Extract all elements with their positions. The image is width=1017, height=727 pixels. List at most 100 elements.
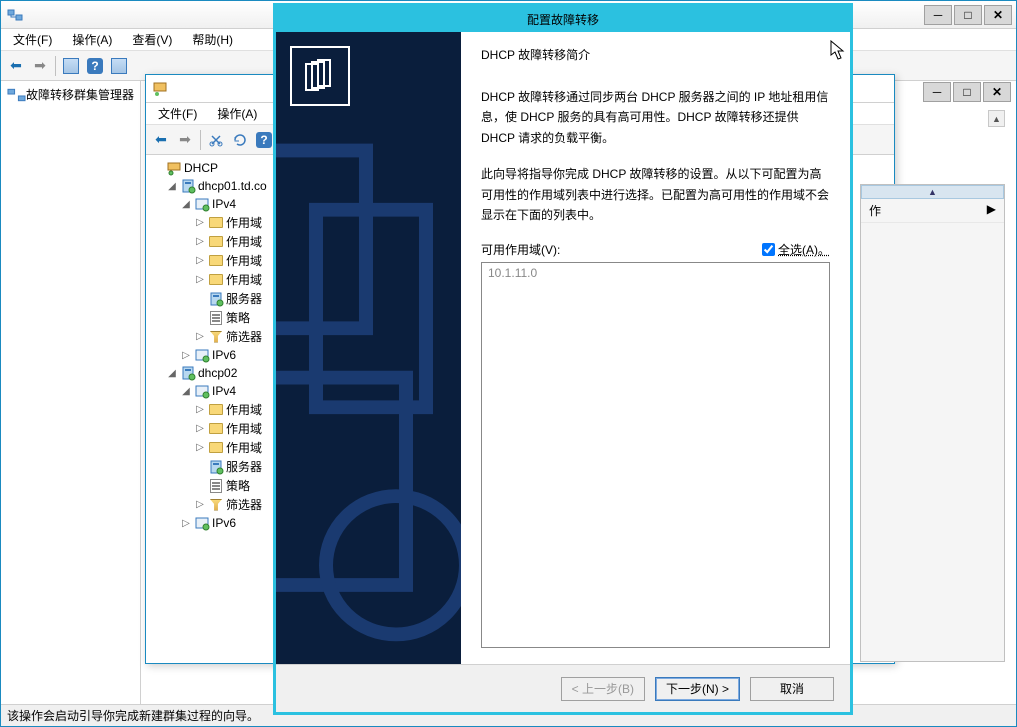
tree-toggle[interactable]: ▷ — [194, 423, 206, 434]
tree-label: 作用域 — [226, 401, 262, 418]
tree-toggle[interactable]: ▷ — [194, 442, 206, 453]
menu-file[interactable]: 文件(F) — [5, 29, 60, 50]
select-all-checkbox-label[interactable]: 全选(A)。 — [762, 241, 830, 258]
tree-toggle[interactable]: ▷ — [194, 236, 206, 247]
tree-label: 筛选器 — [226, 496, 262, 513]
tree-label: IPv6 — [212, 348, 236, 362]
mmc-close-button[interactable]: ✕ — [983, 82, 1011, 102]
menu-view[interactable]: 查看(V) — [124, 29, 180, 50]
show-hide-tree-button[interactable] — [60, 55, 82, 77]
cancel-button[interactable]: 取消 — [750, 677, 834, 701]
tree-label: 作用域 — [226, 252, 262, 269]
actions-group-label: 作 ▶ — [861, 199, 1004, 223]
dhcp-forward-button[interactable] — [174, 129, 196, 151]
tree-label: 筛选器 — [226, 328, 262, 345]
menu-help[interactable]: 帮助(H) — [184, 29, 241, 50]
menu-action[interactable]: 操作(A) — [64, 29, 120, 50]
dhcp-help-toolbar-button[interactable]: ? — [253, 129, 275, 151]
next-button[interactable]: 下一步(N) > — [655, 677, 740, 701]
wizard-content: DHCP 故障转移简介 DHCP 故障转移通过同步两台 DHCP 服务器之间的 … — [461, 32, 850, 664]
close-button[interactable]: ✕ — [984, 5, 1012, 25]
available-scopes-list[interactable]: 10.1.11.0 — [481, 262, 830, 648]
tree-toggle[interactable]: ▷ — [194, 331, 206, 342]
tree-label: 策略 — [226, 309, 250, 326]
tree-label: 策略 — [226, 477, 250, 494]
mmc-minimize-button[interactable]: ─ — [923, 82, 951, 102]
policy-icon — [208, 310, 224, 326]
action-arrow-icon: ▶ — [987, 202, 996, 216]
back-button[interactable] — [5, 55, 27, 77]
tree-toggle[interactable]: ◢ — [180, 199, 192, 210]
select-all-text: 全选(A)。 — [778, 241, 830, 258]
wizard-paragraph-2: 此向导将指导你完成 DHCP 故障转移的设置。从以下可配置为高可用性的作用域列表… — [481, 164, 830, 225]
tree-toggle[interactable]: ▷ — [194, 274, 206, 285]
server-icon — [208, 291, 224, 307]
tree-toggle[interactable]: ▷ — [194, 217, 206, 228]
toolbar-separator — [55, 56, 56, 76]
tree-toggle[interactable]: ▷ — [194, 499, 206, 510]
tree-label: 服务器 — [226, 458, 262, 475]
tree-label: 作用域 — [226, 233, 262, 250]
wizard-title-text: 配置故障转移 — [527, 11, 599, 28]
dhcp-toolbar-separator — [200, 130, 201, 150]
folder-icon — [208, 421, 224, 437]
available-scopes-label: 可用作用域(V): — [481, 241, 560, 258]
actions-collapse[interactable]: ▲ — [861, 185, 1004, 199]
maximize-button[interactable]: □ — [954, 5, 982, 25]
mmc-window-buttons: ─ □ ✕ — [923, 82, 1011, 102]
scope-pane: 故障转移群集管理器 — [1, 81, 141, 704]
tree-label: 作用域 — [226, 214, 262, 231]
tree-toggle[interactable]: ▷ — [180, 518, 192, 529]
wizard-heading: DHCP 故障转移简介 — [481, 46, 830, 63]
show-hide-action-button[interactable] — [108, 55, 130, 77]
dhcp-menu-file[interactable]: 文件(F) — [150, 103, 205, 124]
dhcp-app-icon — [152, 81, 168, 97]
ipv-icon — [194, 383, 210, 399]
tree-toggle[interactable]: ▷ — [194, 255, 206, 266]
wizard-button-bar: < 上一步(B) 下一步(N) > 取消 — [276, 664, 850, 712]
tree-label: DHCP — [184, 161, 218, 175]
wizard-titlebar[interactable]: 配置故障转移 — [276, 6, 850, 32]
folder-icon — [208, 215, 224, 231]
server-icon — [208, 459, 224, 475]
tree-toggle[interactable]: ◢ — [166, 181, 178, 192]
dhcp-menu-action[interactable]: 操作(A) — [209, 103, 265, 124]
folder-icon — [208, 272, 224, 288]
filter-icon — [208, 329, 224, 345]
cluster-manager-label: 故障转移群集管理器 — [26, 86, 134, 103]
ipv-icon — [194, 196, 210, 212]
dhcp-cut-button[interactable] — [205, 129, 227, 151]
mmc-maximize-button[interactable]: □ — [953, 82, 981, 102]
wizard-banner-icon — [290, 46, 350, 106]
dhcp-back-button[interactable] — [150, 129, 172, 151]
back-button: < 上一步(B) — [561, 677, 645, 701]
tree-toggle[interactable]: ◢ — [180, 386, 192, 397]
wizard-paragraph-1: DHCP 故障转移通过同步两台 DHCP 服务器之间的 IP 地址租用信息，使 … — [481, 87, 830, 148]
main-window-buttons: ─ □ ✕ — [924, 5, 1012, 25]
scope-list-item[interactable]: 10.1.11.0 — [482, 263, 829, 283]
help-button[interactable]: ? — [84, 55, 106, 77]
tree-label: 服务器 — [226, 290, 262, 307]
tree-toggle[interactable]: ◢ — [166, 368, 178, 379]
folder-icon — [208, 253, 224, 269]
cluster-manager-node[interactable]: 故障转移群集管理器 — [5, 85, 136, 104]
folder-icon — [208, 402, 224, 418]
forward-button[interactable] — [29, 55, 51, 77]
server-icon — [180, 178, 196, 194]
tree-label: IPv4 — [212, 197, 236, 211]
policy-icon — [208, 478, 224, 494]
tree-toggle[interactable]: ▷ — [180, 350, 192, 361]
server-icon — [180, 365, 196, 381]
cluster-icon — [7, 88, 26, 102]
tree-toggle[interactable]: ▷ — [194, 404, 206, 415]
dhcp-refresh-button[interactable] — [229, 129, 251, 151]
tree-label: 作用域 — [226, 439, 262, 456]
minimize-button[interactable]: ─ — [924, 5, 952, 25]
select-all-checkbox[interactable] — [762, 243, 775, 256]
tree-label: IPv4 — [212, 384, 236, 398]
failover-wizard-dialog: 配置故障转移 DHCP 故障转移简介 DHCP 故障转移通过同步两台 DHCP … — [273, 3, 853, 715]
wizard-body: DHCP 故障转移简介 DHCP 故障转移通过同步两台 DHCP 服务器之间的 … — [276, 32, 850, 664]
ipv-icon — [194, 347, 210, 363]
folder-icon — [208, 234, 224, 250]
actions-scroll-up[interactable]: ▲ — [988, 110, 1005, 127]
